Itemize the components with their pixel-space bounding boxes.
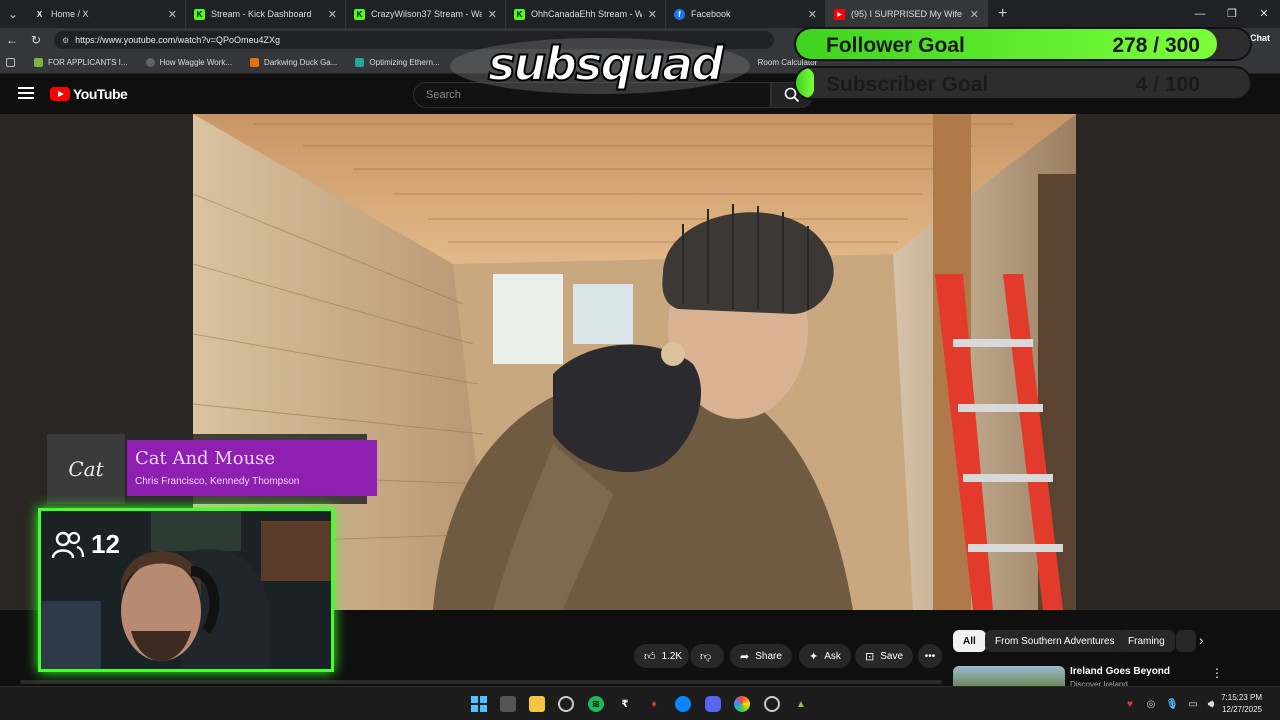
microphone-icon[interactable]: 🎙︎ xyxy=(1164,696,1180,712)
bookmark-icon xyxy=(355,58,365,67)
now-playing-widget: Cat Cat And Mouse Chris Francisco, Kenne… xyxy=(47,434,377,504)
chip-framing[interactable]: Framing xyxy=(1118,630,1175,652)
close-icon[interactable]: ✕ xyxy=(648,8,657,21)
edge-icon[interactable] xyxy=(675,696,691,712)
tab-facebook[interactable]: f Facebook ✕ xyxy=(666,0,826,28)
users-icon xyxy=(51,531,85,558)
file-explorer-icon[interactable] xyxy=(529,696,545,712)
browser-tab-bar: ⌄ X Home / X ✕ K Stream - Kick Dashboard… xyxy=(0,0,1280,28)
youtube-icon: ▶ xyxy=(834,8,845,20)
bookmark-item[interactable]: Optimizing Ethern... xyxy=(355,58,440,67)
sparkle-icon: ✦ xyxy=(809,650,819,663)
obs-icon[interactable] xyxy=(558,696,574,712)
logo-text: subsquad xyxy=(488,37,725,91)
subsquad-logo-graphic: subsquad xyxy=(450,36,750,94)
site-info-icon[interactable]: ⚙ xyxy=(62,36,69,45)
bookmark-item[interactable]: FOR APPLICANTS I... xyxy=(34,58,128,67)
webcam-overlay: 12 xyxy=(38,508,334,672)
display-icon[interactable]: ▭ xyxy=(1185,696,1201,712)
subscriber-goal-bar: Subscriber Goal 4 / 100 xyxy=(794,66,1252,100)
close-icon[interactable]: ✕ xyxy=(168,8,177,21)
reload-button[interactable]: ↻ xyxy=(24,33,48,47)
close-icon[interactable]: ✕ xyxy=(488,8,497,21)
windows-taskbar: ≋ ₹ ♦ ▲ ♥ ◎ 🎙︎ ▭ 🔊︎ 7:15:23 PM 12/27/202… xyxy=(0,686,1280,720)
restore-button[interactable]: ❐ xyxy=(1216,0,1248,28)
bookmark-icon xyxy=(34,58,43,67)
more-actions-button[interactable]: ••• xyxy=(918,644,942,668)
subsquad-logo: subsquad xyxy=(440,36,770,96)
kick-icon: K xyxy=(514,8,525,20)
task-view-icon[interactable] xyxy=(500,696,516,712)
thumbs-up-icon: 👍︎ xyxy=(644,650,656,663)
triangle-app-icon[interactable]: ▲ xyxy=(793,696,809,712)
scrollbar-horizontal[interactable] xyxy=(20,680,942,684)
spotify-icon[interactable]: ≋ xyxy=(588,696,604,712)
x-icon: X xyxy=(36,9,43,19)
kick-icon: K xyxy=(354,8,365,20)
now-playing-info: Cat And Mouse Chris Francisco, Kennedy T… xyxy=(127,440,377,496)
tab-list-button[interactable]: ⌄ xyxy=(0,0,26,28)
share-button[interactable]: ➦ Share xyxy=(730,644,792,668)
system-clock[interactable]: 7:15:23 PM 12/27/2025 xyxy=(1221,692,1262,716)
back-button[interactable]: ← xyxy=(0,33,24,47)
follower-goal-bar: Follower Goal 278 / 300 xyxy=(794,27,1252,61)
chat-button[interactable]: Chat xyxy=(1250,33,1270,43)
song-title: Cat And Mouse xyxy=(135,448,276,469)
dislike-button[interactable]: 👎︎ xyxy=(690,644,724,668)
tray-icon[interactable]: ◎ xyxy=(1143,696,1159,712)
close-window-button[interactable]: ✕ xyxy=(1248,0,1280,28)
bookmark-icon xyxy=(250,58,260,67)
close-icon[interactable]: ✕ xyxy=(328,8,337,21)
share-icon: ➦ xyxy=(740,650,750,663)
tab-x[interactable]: X Home / X ✕ xyxy=(26,0,186,28)
chip-from-southern-adventures[interactable]: From Southern Adventures xyxy=(985,630,1125,652)
new-tab-button[interactable]: + xyxy=(998,5,1007,23)
save-button[interactable]: ⊡ Save xyxy=(855,644,914,668)
viewer-count: 12 xyxy=(51,529,120,560)
youtube-play-icon xyxy=(50,87,70,101)
recommendation-title[interactable]: Ireland Goes Beyond xyxy=(1070,666,1170,677)
facebook-icon: f xyxy=(674,8,685,20)
map-pin-icon[interactable]: ♦ xyxy=(646,696,662,712)
volume-icon[interactable]: 🔊︎ xyxy=(1203,696,1219,712)
chevron-right-icon[interactable]: › xyxy=(1199,632,1204,648)
tray-icon[interactable]: ♥ xyxy=(1122,696,1138,712)
more-icon: ••• xyxy=(924,650,936,662)
minimize-button[interactable]: — xyxy=(1184,0,1216,28)
recommendation-thumbnail[interactable] xyxy=(953,666,1065,686)
tab-youtube[interactable]: ▶ (95) I SURPRISED My Wife wi ✕ xyxy=(826,0,988,28)
start-icon[interactable] xyxy=(471,696,487,712)
app-icon[interactable]: ₹ xyxy=(617,696,633,712)
song-artist: Chris Francisco, Kennedy Thompson xyxy=(135,476,300,487)
kebab-menu-icon[interactable]: ⋮ xyxy=(1211,666,1223,680)
tab-kick-dashboard[interactable]: K Stream - Kick Dashboard ✕ xyxy=(186,0,346,28)
like-button[interactable]: 👍︎ 1.2K xyxy=(634,644,689,668)
close-icon[interactable]: ✕ xyxy=(970,8,979,21)
menu-icon[interactable] xyxy=(18,87,34,99)
youtube-logo[interactable]: YouTube xyxy=(50,86,128,102)
kick-icon: K xyxy=(194,8,205,20)
speedometer-icon[interactable] xyxy=(764,696,780,712)
bookmark-item[interactable] xyxy=(6,58,20,67)
chip-all[interactable]: All xyxy=(953,630,986,652)
bookmark-item[interactable]: Darkwing Duck Ga... xyxy=(250,58,337,67)
close-icon[interactable]: ✕ xyxy=(808,8,817,21)
ask-button[interactable]: ✦ Ask xyxy=(799,644,851,668)
folder-icon xyxy=(6,58,15,67)
bookmark-item[interactable]: How Waggle Work... xyxy=(145,58,232,67)
thumbs-down-icon: 👎︎ xyxy=(700,650,712,663)
tab-crazywilson[interactable]: K CrazyWilson37 Stream - Watc ✕ xyxy=(346,0,506,28)
tab-ohhcanadaehh[interactable]: K OhhCanadaEhh Stream - Wat ✕ xyxy=(506,0,666,28)
bookmark-icon xyxy=(145,58,155,67)
discord-icon[interactable] xyxy=(705,696,721,712)
subscriber-goal-fill xyxy=(796,68,815,98)
color-app-icon[interactable] xyxy=(734,696,750,712)
album-art: Cat xyxy=(47,434,125,504)
chip-partial[interactable] xyxy=(1176,630,1196,652)
bookmark-icon: ⊡ xyxy=(865,650,875,663)
